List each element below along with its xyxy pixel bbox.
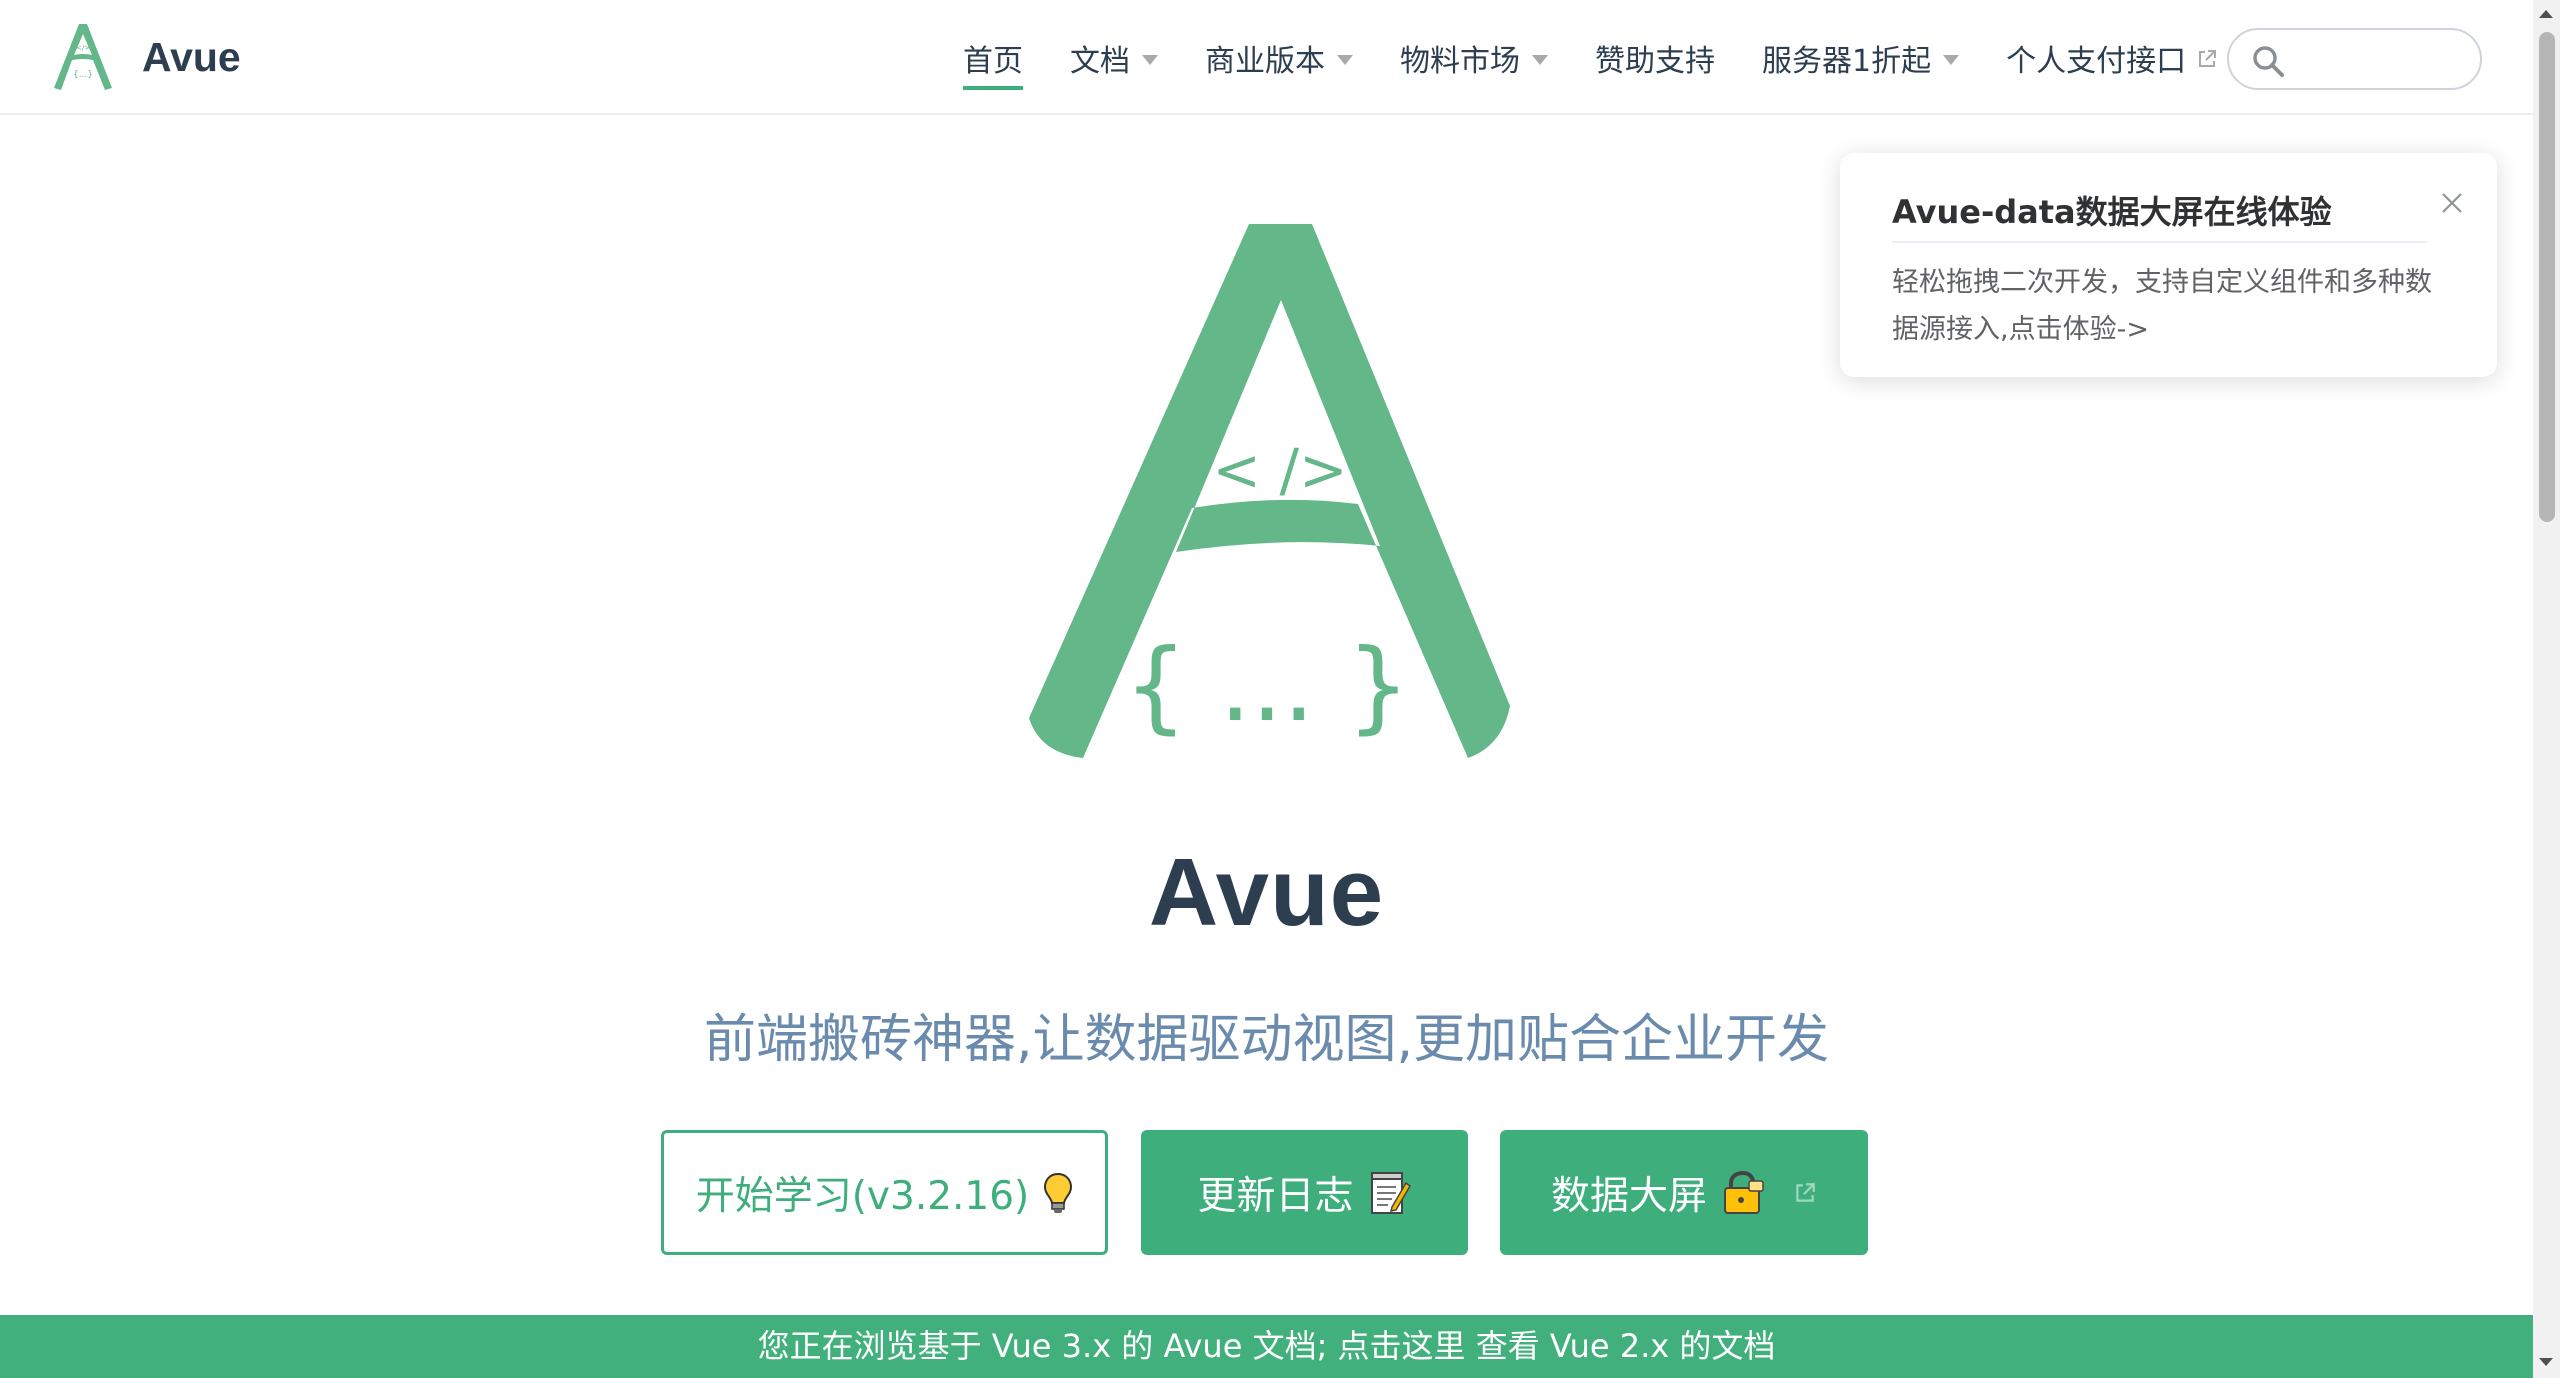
logo-braces-text: { ... } [1124, 627, 1410, 744]
search-icon [2253, 46, 2284, 77]
banner-text: 您正在浏览基于 Vue 3.x 的 Avue 文档; 点击这里 查看 Vue 2… [757, 1327, 1776, 1365]
vue-version-banner[interactable]: 您正在浏览基于 Vue 3.x 的 Avue 文档; 点击这里 查看 Vue 2… [0, 1315, 2533, 1378]
lock-icon [1724, 1170, 1764, 1214]
light-bulb-icon [1044, 1172, 1073, 1213]
svg-text:{...}: {...} [73, 70, 93, 80]
caret-down-icon [1532, 54, 1548, 65]
avue-logo-icon: </> {...} [54, 24, 112, 90]
avue-hero-logo: < /> { ... } [1029, 224, 1510, 758]
nav-item-label: 个人支付接口 [2006, 43, 2187, 79]
external-link-icon [2199, 49, 2217, 67]
caret-down-icon [1337, 54, 1353, 65]
nav-item-market[interactable]: 物料市场 [1400, 0, 1548, 115]
nav-item-docs[interactable]: 文档 [1070, 0, 1158, 115]
nav-item-sponsor[interactable]: 赞助支持 [1595, 0, 1715, 115]
scrollbar-thumb[interactable] [2539, 32, 2555, 522]
brand-title: Avue [142, 33, 241, 80]
notification-message: 轻松拖拽二次开发，支持自定义组件和多种数据源接入,点击体验-> [1892, 267, 2432, 345]
nav-item-home[interactable]: 首页 [963, 0, 1023, 115]
scroll-up-arrow-icon[interactable] [2539, 10, 2553, 18]
data-screen-label: 数据大屏 [1550, 1173, 1707, 1219]
nav-item-label: 赞助支持 [1595, 43, 1715, 79]
data-screen-button[interactable]: 数据大屏 [1500, 1130, 1868, 1255]
nav-item-payment[interactable]: 个人支付接口 [2006, 0, 2218, 115]
start-learning-button[interactable]: 开始学习(v3.2.16) [661, 1130, 1108, 1255]
brand-home-link[interactable]: </> {...} Avue [52, 22, 241, 92]
changelog-label: 更新日志 [1197, 1173, 1354, 1219]
nav-item-server[interactable]: 服务器1折起 [1762, 0, 1960, 115]
top-navbar: </> {...} Avue 首页 文档 商业版本 物料市场 赞助支持 服务器1… [0, 0, 2533, 115]
close-icon[interactable] [2440, 191, 2464, 215]
svg-text:</>: </> [76, 44, 90, 52]
notification-divider [1892, 241, 2427, 243]
memo-icon [1370, 1171, 1411, 1214]
start-learning-label: 开始学习(v3.2.16) [695, 1173, 1030, 1219]
page-scrollbar[interactable] [2533, 0, 2560, 1378]
search-input[interactable] [2295, 38, 2465, 82]
search-box[interactable] [2227, 28, 2482, 90]
logo-code-text: < /> [1212, 436, 1347, 504]
external-link-icon [1796, 1182, 1815, 1202]
caret-down-icon [1943, 54, 1960, 65]
main-nav: 首页 文档 商业版本 物料市场 赞助支持 服务器1折起 个人支付接口 [963, 0, 2265, 115]
nav-item-commercial[interactable]: 商业版本 [1205, 0, 1353, 115]
nav-item-label: 商业版本 [1205, 43, 1325, 79]
changelog-button[interactable]: 更新日志 [1141, 1130, 1468, 1255]
nav-item-label: 首页 [963, 36, 1023, 90]
hero-description: 前端搬砖神器,让数据驱动视图,更加贴合企业开发 [703, 1010, 1830, 1070]
nav-item-label: 服务器1折起 [1762, 43, 1932, 79]
hero-title: Avue [1148, 839, 1385, 946]
nav-item-label: 物料市场 [1400, 43, 1520, 79]
promo-notification[interactable]: Avue-data数据大屏在线体验 轻松拖拽二次开发，支持自定义组件和多种数据源… [1840, 153, 2497, 377]
scroll-down-arrow-icon[interactable] [2539, 1358, 2553, 1366]
nav-item-label: 文档 [1070, 43, 1130, 79]
notification-title: Avue-data数据大屏在线体验 [1892, 193, 2332, 231]
caret-down-icon [1142, 54, 1158, 65]
